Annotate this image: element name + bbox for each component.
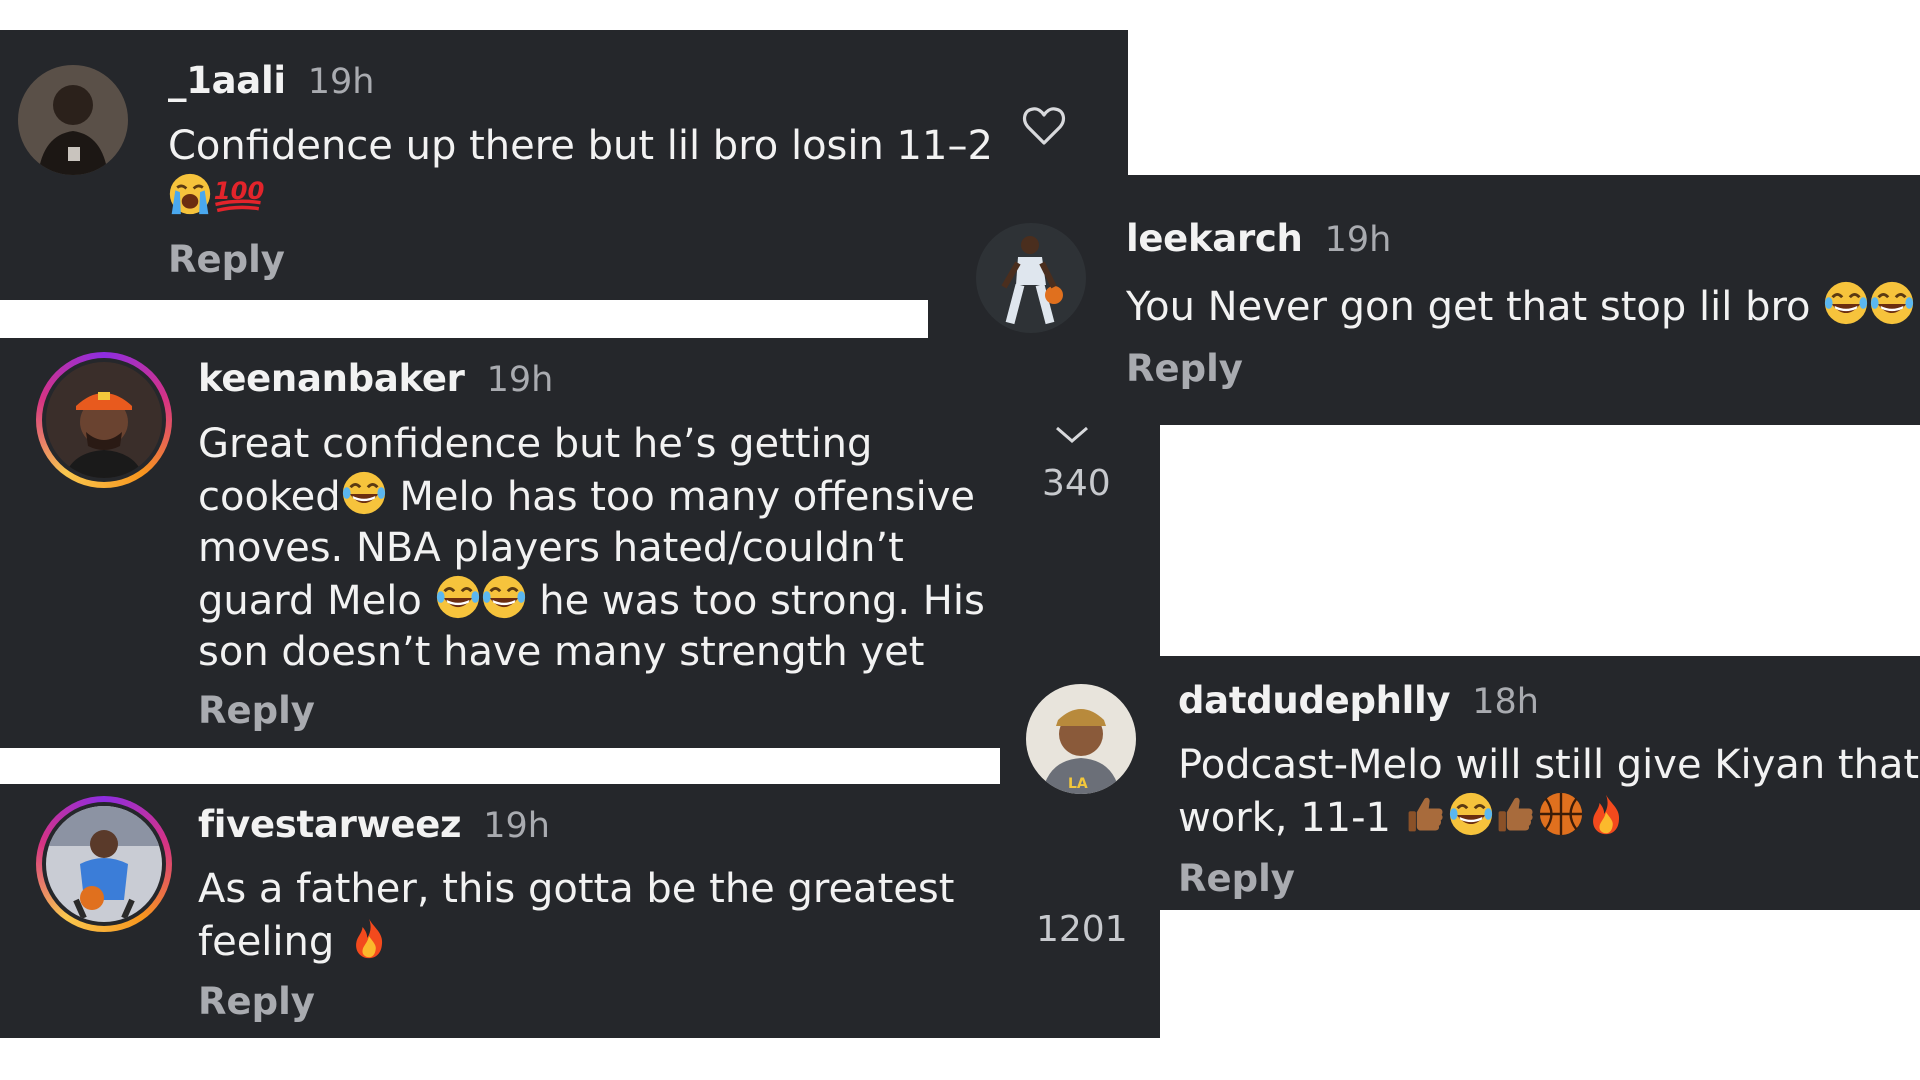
avatar-keenanbaker[interactable] [36,352,172,488]
comment-line: As a father, this gotta be the greatest [198,866,955,912]
like-count: 1201 [1036,909,1128,950]
comment-text: You Never gon get that stop lil bro [1126,280,1915,333]
comment-text: Podcast-Melo will still give Kiyan that … [1178,740,1919,844]
comments-collage: _1aali 19h Confidence up there but lil br… [0,0,1920,1080]
comment-line: moves. NBA players hated/couldn’t [198,525,904,571]
loudly-crying-face-emoji [168,172,212,216]
username[interactable]: datdudephlly [1178,679,1451,722]
svg-text:LA: LA [1068,776,1088,792]
reply-button[interactable]: Reply [168,241,285,278]
joy-emoji [1869,280,1915,326]
thumbs-up-emoji [1494,791,1538,837]
avatar-datdudephlly[interactable]: LA [1026,684,1136,794]
heart-outline-icon[interactable] [1022,104,1066,148]
timestamp: 18h [1472,682,1539,722]
comment-line: Great confidence but he’s getting [198,421,873,467]
comment-line: feeling [198,919,347,965]
comment-text: As a father, this gotta be the greatest … [198,864,954,968]
like-count: 340 [1042,463,1111,504]
comment-text-content: Confidence up there but lil bro losin 11… [168,123,993,169]
comment-line: he was too strong. His [526,578,985,624]
avatar-1aali[interactable] [18,65,128,175]
joy-emoji [341,470,387,516]
reply-button[interactable]: Reply [198,692,315,729]
hundred-points-emoji [212,172,264,216]
chevron-down-icon[interactable] [1054,424,1090,446]
username[interactable]: keenanbaker [198,357,465,400]
joy-emoji [481,574,527,620]
comment-text: Great confidence but he’s getting cooked… [198,419,985,678]
timestamp: 19h [307,62,375,102]
fire-emoji [1584,791,1628,837]
joy-emoji [1823,280,1869,326]
thumbs-up-emoji [1404,791,1448,837]
username[interactable]: _1aali [168,59,286,102]
reply-button[interactable]: Reply [198,983,315,1020]
timestamp: 19h [486,360,554,400]
joy-emoji [1448,791,1494,837]
timestamp: 19h [1324,220,1392,260]
basketball-emoji [1538,791,1584,837]
comment-line: Podcast-Melo will still give Kiyan that [1178,742,1920,788]
timestamp: 19h [483,806,550,846]
avatar-leekarch[interactable] [976,223,1086,333]
comment-line: Melo has too many offensive [386,474,976,520]
username[interactable]: fivestarweez [198,803,462,846]
reply-button[interactable]: Reply [1126,350,1243,387]
username[interactable]: leekarch [1126,217,1303,260]
reply-button[interactable]: Reply [1178,860,1295,897]
comment-line: cooked [198,474,341,520]
comment-text-content: You Never gon get that stop lil bro [1126,284,1824,330]
joy-emoji [435,574,481,620]
fire-emoji [347,915,391,961]
comment-line: guard Melo [198,578,435,624]
avatar-fivestarweez[interactable] [36,796,172,932]
comment-line: son doesn’t have many strength yet [198,629,925,675]
comment-line: work, 11-1 [1178,795,1404,841]
comment-text: Confidence up there but lil bro losin 11… [168,121,993,223]
